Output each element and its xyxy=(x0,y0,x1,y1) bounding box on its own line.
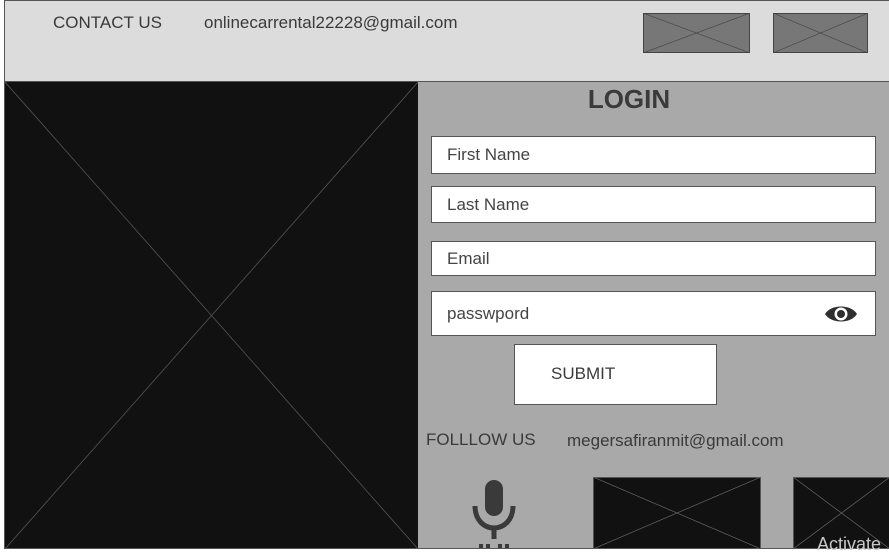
hero-image-placeholder xyxy=(5,82,418,548)
password-field[interactable] xyxy=(431,291,876,336)
password-input[interactable] xyxy=(432,292,875,335)
header-image-placeholder-1[interactable] xyxy=(643,13,750,53)
first-name-input[interactable] xyxy=(432,137,875,173)
submit-button-label: SUBMIT xyxy=(551,364,616,383)
email-field[interactable] xyxy=(431,241,876,276)
follow-us-label: FOLLLOW US xyxy=(426,430,536,449)
email-input[interactable] xyxy=(432,242,875,275)
follow-email[interactable]: megersafiranmit@gmail.com xyxy=(567,431,784,451)
contact-email[interactable]: onlinecarrental22228@gmail.com xyxy=(204,13,458,33)
footer-image-placeholder-1[interactable] xyxy=(593,477,761,548)
header-image-placeholder-2[interactable] xyxy=(773,13,868,53)
eye-icon[interactable] xyxy=(824,302,858,326)
login-panel: LOGIN SUBMIT FOLLLOW US megersafiranmit@ xyxy=(418,82,889,548)
submit-button[interactable]: SUBMIT xyxy=(514,344,717,405)
microphone-icon[interactable] xyxy=(470,478,518,548)
login-title: LOGIN xyxy=(587,84,671,114)
page-frame: CONTACT US onlinecarrental22228@gmail.co… xyxy=(4,0,889,549)
header-bar: CONTACT US onlinecarrental22228@gmail.co… xyxy=(5,0,889,82)
contact-label: CONTACT US xyxy=(53,13,162,32)
last-name-input[interactable] xyxy=(432,187,875,222)
activate-watermark: Activate xyxy=(817,534,882,552)
last-name-field[interactable] xyxy=(431,186,876,223)
first-name-field[interactable] xyxy=(431,136,876,174)
